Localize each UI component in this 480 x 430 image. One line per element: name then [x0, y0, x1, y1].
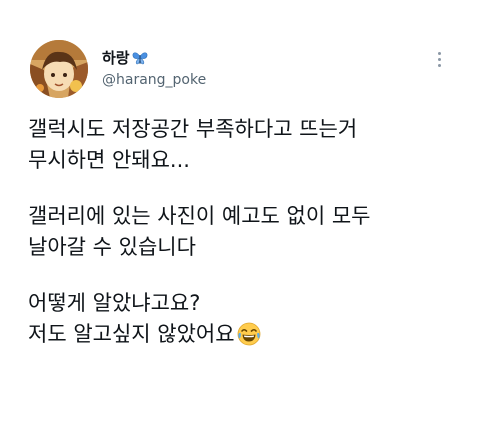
display-name[interactable]: 하랑	[102, 47, 130, 68]
display-name-row[interactable]: 하랑	[102, 46, 402, 68]
butterfly-icon	[132, 50, 148, 65]
tweet-line: 날아갈 수 있습니다	[28, 235, 196, 259]
tweet-line: 어떻게 알았냐고요?	[28, 291, 201, 315]
tweet-line-text: 저도 알고싶지 않았어요	[28, 322, 235, 346]
tweet-line-with-emoji: 저도 알고싶지 않았어요	[28, 319, 458, 350]
tweet-line: 갤럭시도 저장공간 부족하다고 뜨는거	[28, 117, 358, 141]
avatar[interactable]	[30, 40, 88, 98]
more-options-icon[interactable]	[436, 52, 442, 72]
laughing-crying-emoji-icon	[237, 322, 261, 346]
tweet-text: 갤럭시도 저장공간 부족하다고 뜨는거 무시하면 안돼요... 갤러리에 있는 …	[28, 114, 458, 350]
user-handle[interactable]: @harang_poke	[102, 72, 402, 88]
tweet-line: 갤러리에 있는 사진이 예고도 없이 모두	[28, 204, 371, 228]
tweet-card: 하랑 @harang_poke 갤럭시도 저장공간 부족하다고 뜨는거 무시하면…	[0, 0, 480, 430]
tweet-header: 하랑 @harang_poke	[102, 46, 402, 89]
tweet-line: 무시하면 안돼요...	[28, 148, 190, 172]
avatar-image	[30, 40, 88, 98]
